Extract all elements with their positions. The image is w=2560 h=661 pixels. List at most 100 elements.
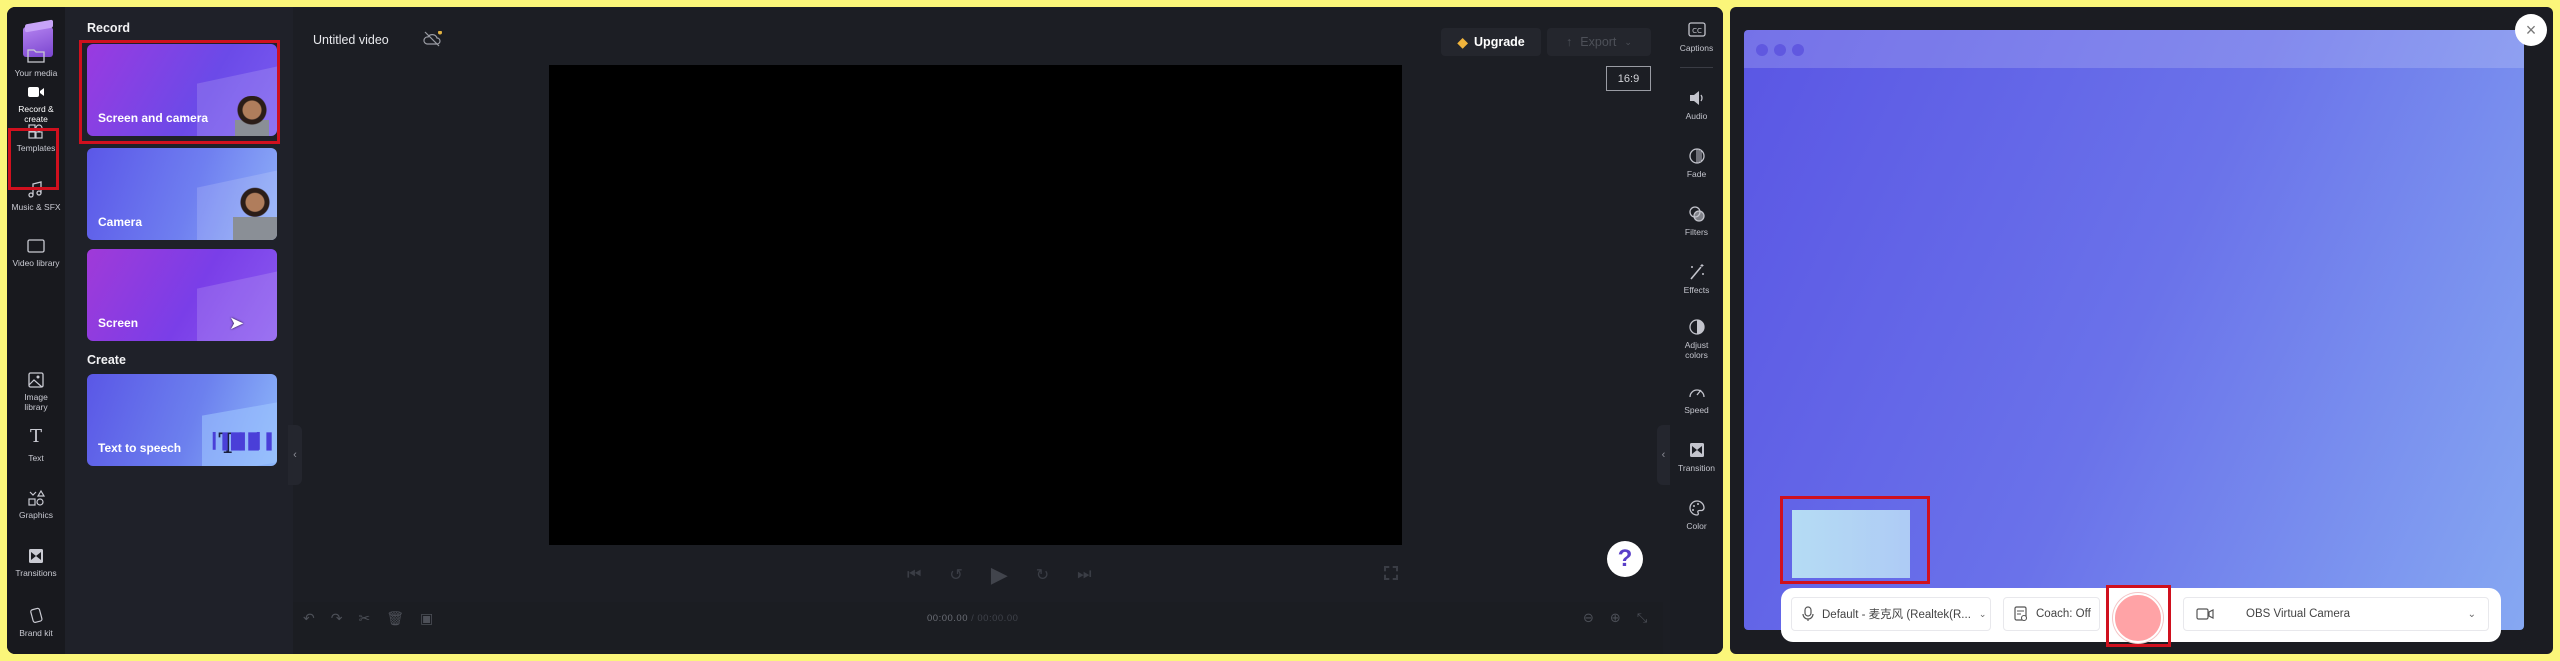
fullscreen-icon[interactable] (1384, 566, 1398, 580)
sidebar-item-label: Text (28, 453, 44, 463)
rail-item-audio[interactable]: Audio (1670, 89, 1723, 121)
rail-item-label: Adjust colors (1684, 340, 1709, 360)
delete-icon[interactable]: 🗑︎ (386, 610, 404, 627)
card-screen[interactable]: Screen (87, 249, 277, 341)
palette-icon (1688, 500, 1705, 516)
sidebar-item-label: Graphics (18, 510, 53, 520)
rail-item-fade[interactable]: Fade (1670, 147, 1723, 179)
sidebar-item-transitions[interactable]: Transitions (7, 547, 65, 578)
chevron-down-icon: ⌄ (1624, 36, 1632, 47)
highlight-screen-and-camera (79, 40, 280, 144)
timeline-toolbar (293, 602, 1663, 654)
zoom-out-icon[interactable]: ⊖ (1583, 610, 1594, 626)
skip-forward-icon[interactable]: ⏭ (1077, 566, 1091, 584)
upgrade-button[interactable]: ◆ Upgrade (1441, 28, 1541, 56)
cloud-off-icon[interactable] (422, 31, 442, 47)
coach-toggle[interactable]: Coach: Off (2003, 597, 2100, 631)
aspect-ratio-button[interactable]: 16:9 (1606, 66, 1651, 91)
playback-controls: ⏮ ↺ ▶ ↻ ⏭ (907, 562, 1092, 588)
rail-item-captions[interactable]: CC Captions (1670, 21, 1723, 53)
speedometer-icon (1688, 389, 1705, 398)
skip-back-icon[interactable]: ⏮ (907, 566, 921, 584)
sidebar-item-text[interactable]: T Text (7, 426, 65, 464)
help-button[interactable]: ? (1607, 541, 1643, 577)
brand-kit-icon (30, 607, 43, 623)
undo-icon[interactable]: ↶ (303, 610, 315, 627)
split-scissors-icon[interactable]: ✂ (358, 610, 370, 627)
card-label: Screen (98, 316, 139, 330)
card-text-to-speech[interactable]: T ▎▌█▌█▎▌ Text to speech (87, 374, 277, 466)
sidebar-item-label: Transitions (15, 568, 57, 578)
collapse-properties-button[interactable]: ‹ (1657, 425, 1670, 485)
contrast-icon (1688, 319, 1705, 335)
mouse-cursor-icon: ➤ (229, 313, 245, 333)
rail-item-transition[interactable]: Transition (1670, 441, 1723, 473)
collapse-panel-button[interactable]: ‹ (288, 425, 302, 485)
sidebar-item-label: Image library (24, 392, 48, 412)
sidebar-item-label: Brand kit (19, 628, 53, 638)
sidebar-item-label: Record & create (18, 104, 54, 124)
rail-item-speed[interactable]: Speed (1670, 383, 1723, 415)
timeline-edit-tools: ↶ ↷ ✂ 🗑︎ ▣ (303, 610, 433, 627)
svg-text:CC: CC (1692, 27, 1702, 35)
right-properties-rail: CC Captions Audio Fade Filters Effects A… (1670, 7, 1723, 654)
rail-item-label: Effects (1683, 285, 1710, 295)
video-preview-canvas (549, 65, 1402, 545)
card-camera[interactable]: Camera (87, 148, 277, 240)
captions-icon: CC (1687, 22, 1706, 37)
rail-item-adjust-colors[interactable]: Adjust colors (1670, 318, 1723, 360)
zoom-in-icon[interactable]: ⊕ (1610, 610, 1621, 626)
speaker-icon (1689, 91, 1703, 105)
rail-item-label: Filters (1684, 227, 1709, 237)
rail-item-label: Fade (1686, 169, 1707, 179)
diamond-icon: ◆ (1457, 33, 1469, 50)
sidebar-item-brand-kit[interactable]: Brand kit (7, 607, 65, 638)
window-dot (1756, 44, 1768, 56)
sidebar-item-graphics[interactable]: Graphics (7, 489, 65, 520)
project-title[interactable]: Untitled video (313, 33, 389, 47)
camera-select[interactable]: OBS Virtual Camera ⌄ (2183, 597, 2489, 631)
video-editor-app: Your media Record & create Templates Mus… (7, 7, 1723, 654)
sidebar-item-your-media[interactable]: Your media (7, 47, 65, 78)
close-recorder-button[interactable]: × (2515, 14, 2547, 46)
play-icon[interactable]: ▶ (991, 562, 1008, 588)
microphone-value: Default - 麦克风 (Realtek(R... (1822, 609, 1971, 621)
sidebar-item-label: Video library (12, 258, 60, 268)
microphone-select[interactable]: Default - 麦克风 (Realtek(R... ⌄ (1791, 597, 1991, 631)
sidebar-item-record-create[interactable]: Record & create (7, 83, 65, 124)
rail-item-color[interactable]: Color (1670, 499, 1723, 531)
rail-item-filters[interactable]: Filters (1670, 205, 1723, 237)
card-label: Text to speech (98, 441, 182, 455)
rail-item-label: Captions (1679, 43, 1714, 53)
chevron-down-icon: ⌄ (1978, 608, 1987, 619)
rewind-5s-icon[interactable]: ↺ (949, 565, 962, 585)
card-label: Camera (98, 215, 143, 229)
export-button[interactable]: ↑ Export ⌄ (1547, 28, 1651, 56)
redo-icon[interactable]: ↷ (331, 610, 343, 627)
fade-icon (1688, 148, 1705, 164)
duplicate-icon[interactable]: ▣ (420, 610, 433, 627)
coach-value: Coach: Off (2036, 608, 2091, 620)
upload-icon: ↑ (1566, 35, 1573, 49)
sidebar-item-label: Music & SFX (11, 202, 61, 212)
transition-icon (1689, 443, 1704, 457)
forward-5s-icon[interactable]: ↻ (1036, 565, 1049, 585)
filters-icon (1688, 206, 1705, 222)
fit-timeline-icon[interactable]: ⤡ (1637, 610, 1647, 626)
presenter-thumbnail (233, 182, 277, 240)
rail-item-label: Color (1686, 521, 1707, 531)
rail-item-effects[interactable]: Effects (1670, 263, 1723, 295)
export-label: Export (1580, 35, 1617, 49)
text-icon: T (29, 426, 42, 447)
rail-item-label: Speed (1684, 405, 1709, 415)
window-dot (1774, 44, 1786, 56)
waveform-icon: ▎▌█▌█▎▌ (212, 433, 277, 450)
transition-icon (29, 549, 43, 563)
sidebar-item-image-library[interactable]: Image library (7, 371, 65, 412)
sidebar-item-video-library[interactable]: Video library (7, 237, 65, 268)
time-readout: 00:00.00 / 00:00.00 (927, 613, 1018, 624)
create-section-title: Create (87, 353, 126, 367)
coach-icon (2014, 606, 2028, 622)
screen-recorder-window (1730, 7, 2553, 654)
rail-divider (1680, 67, 1713, 68)
